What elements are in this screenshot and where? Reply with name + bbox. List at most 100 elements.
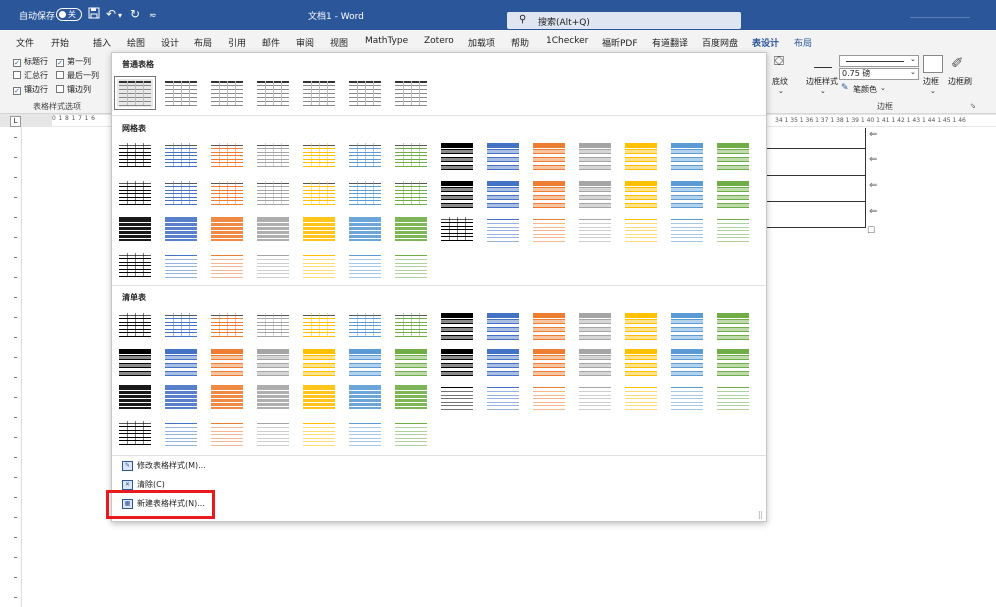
- tab-file[interactable]: 文件: [16, 36, 34, 49]
- table-style-thumbnail[interactable]: [163, 347, 199, 376]
- table-style-thumbnail[interactable]: [163, 311, 199, 339]
- table-style-thumbnail[interactable]: [347, 215, 383, 243]
- table-style-thumbnail[interactable]: [577, 383, 613, 411]
- table-style-thumbnail[interactable]: [347, 179, 383, 207]
- table-style-thumbnail[interactable]: [209, 251, 245, 279]
- tab-home[interactable]: 开始: [51, 36, 69, 49]
- tab-table-layout[interactable]: 布局: [794, 36, 812, 49]
- tab-mathtype[interactable]: MathType: [365, 36, 408, 46]
- tab-design[interactable]: 设计: [161, 36, 179, 49]
- redo-icon[interactable]: ↻: [130, 7, 140, 21]
- table-style-thumbnail[interactable]: [393, 141, 429, 169]
- pen-color-icon[interactable]: ✎: [841, 83, 849, 93]
- table-style-thumbnail[interactable]: [347, 419, 383, 447]
- table-style-thumbnail[interactable]: [117, 347, 153, 376]
- table-style-thumbnail[interactable]: [301, 383, 337, 411]
- table-style-thumbnail[interactable]: [117, 311, 153, 339]
- table-style-thumbnail[interactable]: [209, 419, 245, 447]
- undo-dropdown-icon[interactable]: ▾: [118, 9, 122, 23]
- table-style-thumbnail[interactable]: [531, 215, 567, 243]
- table-style-thumbnail[interactable]: [117, 383, 153, 411]
- border-painter-icon[interactable]: ✐: [951, 54, 964, 72]
- table-style-thumbnail[interactable]: [715, 215, 751, 243]
- table-style-thumbnail[interactable]: [114, 76, 156, 110]
- table-style-thumbnail[interactable]: [301, 215, 337, 243]
- option-last-column[interactable]: 最后一列: [56, 70, 99, 81]
- table-style-thumbnail[interactable]: [301, 251, 337, 279]
- table-style-thumbnail[interactable]: [255, 383, 291, 411]
- table-style-thumbnail[interactable]: [485, 311, 521, 340]
- table-style-thumbnail[interactable]: [577, 347, 613, 376]
- tab-baidu[interactable]: 百度网盘: [702, 36, 738, 49]
- chevron-down-icon[interactable]: ⌄: [778, 87, 784, 95]
- table-style-thumbnail[interactable]: [393, 419, 429, 447]
- tab-addins[interactable]: 加载项: [468, 36, 495, 49]
- option-total-row[interactable]: 汇总行: [13, 70, 48, 81]
- table-style-thumbnail[interactable]: [255, 79, 291, 107]
- table-style-thumbnail[interactable]: [301, 311, 337, 339]
- table-style-thumbnail[interactable]: [577, 215, 613, 243]
- table-style-thumbnail[interactable]: [209, 79, 245, 107]
- save-icon[interactable]: [88, 7, 100, 22]
- line-weight-select[interactable]: 0.75 磅: [839, 68, 919, 80]
- option-first-column[interactable]: ✓ 第一列: [56, 56, 91, 67]
- chevron-down-icon[interactable]: ⌄: [880, 84, 886, 92]
- table-style-thumbnail[interactable]: [669, 311, 705, 340]
- table-style-thumbnail[interactable]: [117, 251, 153, 279]
- table-style-thumbnail[interactable]: [301, 141, 337, 169]
- table-style-thumbnail[interactable]: [485, 215, 521, 243]
- table-style-thumbnail[interactable]: [163, 251, 199, 279]
- table-style-thumbnail[interactable]: [715, 141, 751, 170]
- table-style-thumbnail[interactable]: [531, 383, 567, 411]
- table-style-thumbnail[interactable]: [209, 383, 245, 411]
- table-style-thumbnail[interactable]: [163, 383, 199, 411]
- document-table[interactable]: [766, 128, 866, 228]
- table-style-thumbnail[interactable]: [393, 179, 429, 207]
- table-style-thumbnail[interactable]: [163, 79, 199, 107]
- table-style-thumbnail[interactable]: [347, 141, 383, 169]
- table-style-thumbnail[interactable]: [301, 79, 337, 107]
- tab-selector[interactable]: L: [10, 116, 21, 127]
- table-style-thumbnail[interactable]: [715, 311, 751, 340]
- tab-mailings[interactable]: 邮件: [262, 36, 280, 49]
- table-style-thumbnail[interactable]: [623, 311, 659, 340]
- table-style-thumbnail[interactable]: [163, 419, 199, 447]
- table-style-thumbnail[interactable]: [669, 179, 705, 208]
- table-style-thumbnail[interactable]: [301, 179, 337, 207]
- table-style-thumbnail[interactable]: [347, 347, 383, 376]
- table-style-thumbnail[interactable]: [301, 419, 337, 447]
- modify-table-style-item[interactable]: ✎ 修改表格样式(M)...: [120, 458, 760, 474]
- tab-references[interactable]: 引用: [228, 36, 246, 49]
- table-style-thumbnail[interactable]: [715, 383, 751, 411]
- new-table-style-item[interactable]: ▦ 新建表格样式(N)...: [120, 496, 760, 512]
- table-style-thumbnail[interactable]: [485, 141, 521, 170]
- option-header-row[interactable]: ✓ 标题行: [13, 56, 48, 67]
- dialog-launcher-icon[interactable]: ⬂: [970, 102, 976, 110]
- table-style-thumbnail[interactable]: [255, 179, 291, 207]
- table-style-thumbnail[interactable]: [393, 251, 429, 279]
- pen-color-button[interactable]: 笔颜色: [853, 84, 877, 95]
- shading-button[interactable]: 底纹: [772, 76, 788, 87]
- table-style-thumbnail[interactable]: [393, 347, 429, 376]
- table-style-thumbnail[interactable]: [209, 179, 245, 207]
- tab-youdao[interactable]: 有道翻译: [652, 36, 688, 49]
- table-style-thumbnail[interactable]: [439, 311, 475, 340]
- tab-insert[interactable]: 插入: [93, 36, 111, 49]
- table-style-thumbnail[interactable]: [117, 215, 153, 243]
- table-style-thumbnail[interactable]: [485, 383, 521, 411]
- table-style-thumbnail[interactable]: [485, 179, 521, 208]
- table-style-thumbnail[interactable]: [715, 347, 751, 376]
- table-style-thumbnail[interactable]: [393, 215, 429, 243]
- table-style-thumbnail[interactable]: [623, 215, 659, 243]
- table-style-thumbnail[interactable]: [623, 347, 659, 376]
- table-style-thumbnail[interactable]: [393, 311, 429, 339]
- tab-help[interactable]: 帮助: [511, 36, 529, 49]
- option-banded-columns[interactable]: 镶边列: [56, 84, 91, 95]
- table-style-thumbnail[interactable]: [669, 141, 705, 170]
- tab-1checker[interactable]: 1Checker: [546, 36, 588, 46]
- table-style-thumbnail[interactable]: [393, 79, 429, 107]
- chevron-down-icon[interactable]: ⌄: [930, 87, 936, 95]
- table-style-thumbnail[interactable]: [255, 311, 291, 339]
- undo-icon[interactable]: ↶: [106, 7, 116, 21]
- table-style-thumbnail[interactable]: [485, 347, 521, 376]
